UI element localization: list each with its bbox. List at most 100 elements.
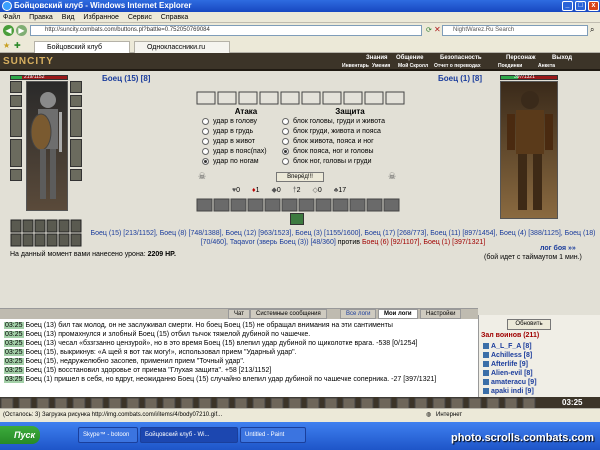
chat-tool-button[interactable] bbox=[90, 397, 104, 411]
nav-knowledge[interactable]: Знания bbox=[366, 54, 388, 62]
chat-tool-button[interactable] bbox=[18, 397, 32, 411]
armor-slot[interactable] bbox=[10, 139, 22, 167]
nav-character[interactable]: Персонаж bbox=[506, 54, 536, 62]
left-fighter-name[interactable]: Боец (15) [8] bbox=[102, 74, 150, 83]
gear-slot[interactable] bbox=[196, 91, 216, 105]
taskbar-skype[interactable]: Skype™ - botoon bbox=[78, 427, 138, 443]
skill-button[interactable] bbox=[281, 198, 298, 212]
gear-slot[interactable] bbox=[343, 91, 363, 105]
chat-tool-button[interactable] bbox=[378, 397, 392, 411]
roster-player[interactable]: apaki indi [9] bbox=[483, 387, 599, 396]
menu-file[interactable]: Файл bbox=[3, 14, 20, 21]
chat-tool-button[interactable] bbox=[324, 397, 338, 411]
menu-edit[interactable]: Правка bbox=[29, 14, 53, 21]
chat-tool-button[interactable] bbox=[396, 397, 410, 411]
weapon-slot[interactable] bbox=[10, 109, 22, 137]
radio-icon[interactable] bbox=[202, 137, 209, 145]
nav-transfers[interactable]: Отчет о переводах bbox=[434, 62, 481, 70]
attack-option[interactable]: удар в голову bbox=[202, 117, 280, 127]
skill-button[interactable] bbox=[264, 198, 281, 212]
menu-tools[interactable]: Сервис bbox=[128, 14, 152, 21]
ring-slot[interactable] bbox=[70, 81, 82, 93]
chat-tool-button[interactable] bbox=[414, 397, 428, 411]
refresh-roster-button[interactable]: Обновить bbox=[507, 319, 551, 330]
chat-tool-button[interactable] bbox=[252, 397, 266, 411]
start-button[interactable]: Пуск bbox=[0, 426, 40, 444]
chat-tool-button[interactable] bbox=[342, 397, 356, 411]
defense-option[interactable]: блок ног, головы и груди bbox=[282, 157, 400, 167]
nav-battles[interactable]: Поединки bbox=[498, 62, 522, 70]
menu-help[interactable]: Справка bbox=[161, 14, 188, 21]
radio-icon[interactable] bbox=[282, 137, 289, 145]
gloves-slot[interactable] bbox=[70, 139, 82, 167]
gear-slot[interactable] bbox=[259, 91, 279, 105]
boots-slot[interactable] bbox=[70, 169, 82, 181]
helmet-slot[interactable] bbox=[10, 81, 22, 93]
roster-player[interactable]: amateracu [9] bbox=[483, 378, 599, 387]
chat-tool-button[interactable] bbox=[234, 397, 248, 411]
chat-tool-button[interactable] bbox=[522, 397, 536, 411]
radio-icon[interactable] bbox=[282, 157, 289, 165]
add-favorite-icon[interactable]: ✚ bbox=[14, 41, 21, 50]
defense-option[interactable]: блок пояса, ног и головы bbox=[282, 147, 400, 157]
radio-icon[interactable] bbox=[282, 147, 289, 155]
chat-tool-button[interactable] bbox=[36, 397, 50, 411]
skill-button[interactable] bbox=[315, 198, 332, 212]
tab-odnoklassniki[interactable]: Одноклассники.ru bbox=[134, 41, 230, 53]
radio-icon[interactable] bbox=[202, 117, 209, 125]
roster-player[interactable]: A_L_F_A [8] bbox=[483, 342, 599, 351]
chat-tool-button[interactable] bbox=[180, 397, 194, 411]
nav-exit[interactable]: Выход bbox=[552, 54, 572, 62]
skill-button[interactable] bbox=[196, 198, 213, 212]
chat-tool-button[interactable] bbox=[450, 397, 464, 411]
minimize-button[interactable]: _ bbox=[562, 1, 573, 11]
favorites-star-icon[interactable]: ★ bbox=[3, 41, 10, 50]
attack-option[interactable]: удар в грудь bbox=[202, 127, 280, 137]
taskbar-paint[interactable]: Untitled - Paint bbox=[240, 427, 306, 443]
nav-profile[interactable]: Анкета bbox=[538, 62, 555, 70]
search-input[interactable]: NightWarez.Ru Search bbox=[442, 25, 588, 36]
right-fighter-name[interactable]: Боец (1) [8] bbox=[438, 74, 482, 83]
gear-slot[interactable] bbox=[322, 91, 342, 105]
gear-slot[interactable] bbox=[280, 91, 300, 105]
chat-tool-button[interactable] bbox=[216, 397, 230, 411]
radio-icon[interactable] bbox=[282, 117, 289, 125]
chat-tool-button[interactable] bbox=[432, 397, 446, 411]
radio-icon[interactable] bbox=[282, 127, 289, 135]
radio-icon[interactable] bbox=[202, 147, 209, 155]
chat-tool-button[interactable] bbox=[108, 397, 122, 411]
gear-slot[interactable] bbox=[385, 91, 405, 105]
skill-button[interactable] bbox=[349, 198, 366, 212]
skill-button[interactable] bbox=[332, 198, 349, 212]
url-input[interactable]: http://suncity.combats.com/buttons.pl?ba… bbox=[30, 25, 422, 36]
tab-chat[interactable]: Чат bbox=[228, 309, 250, 319]
amulet-slot[interactable] bbox=[10, 95, 22, 107]
attack-option[interactable]: удар в пояс(пах) bbox=[202, 147, 280, 157]
gear-slot[interactable] bbox=[301, 91, 321, 105]
attack-option[interactable]: удар в живот bbox=[202, 137, 280, 147]
shield-slot[interactable] bbox=[70, 109, 82, 137]
belt-slot[interactable] bbox=[10, 169, 22, 181]
chat-tool-button[interactable] bbox=[126, 397, 140, 411]
nav-scroll[interactable]: Мой Скролл bbox=[398, 62, 428, 70]
chat-tool-button[interactable] bbox=[306, 397, 320, 411]
radio-icon[interactable] bbox=[202, 127, 209, 135]
gear-slot[interactable] bbox=[238, 91, 258, 105]
chat-tool-button[interactable] bbox=[360, 397, 374, 411]
refresh-icon[interactable]: ⟳ bbox=[426, 26, 432, 34]
roster-player[interactable]: Alien-evil [8] bbox=[483, 369, 599, 378]
chat-tool-button[interactable] bbox=[504, 397, 518, 411]
ring-slot[interactable] bbox=[70, 95, 82, 107]
skill-button[interactable] bbox=[230, 198, 247, 212]
chat-tool-button[interactable] bbox=[162, 397, 176, 411]
skill-button[interactable] bbox=[213, 198, 230, 212]
menu-view[interactable]: Вид bbox=[62, 14, 75, 21]
forward-icon[interactable]: ▶ bbox=[16, 25, 27, 36]
tab-all-logs[interactable]: Все логи bbox=[340, 309, 377, 319]
skill-button[interactable] bbox=[247, 198, 264, 212]
forward-button[interactable]: Вперёд!!! bbox=[276, 172, 324, 182]
chat-tool-button[interactable] bbox=[0, 397, 14, 411]
back-icon[interactable]: ◀ bbox=[3, 25, 14, 36]
gear-slot[interactable] bbox=[364, 91, 384, 105]
chat-tool-button[interactable] bbox=[54, 397, 68, 411]
